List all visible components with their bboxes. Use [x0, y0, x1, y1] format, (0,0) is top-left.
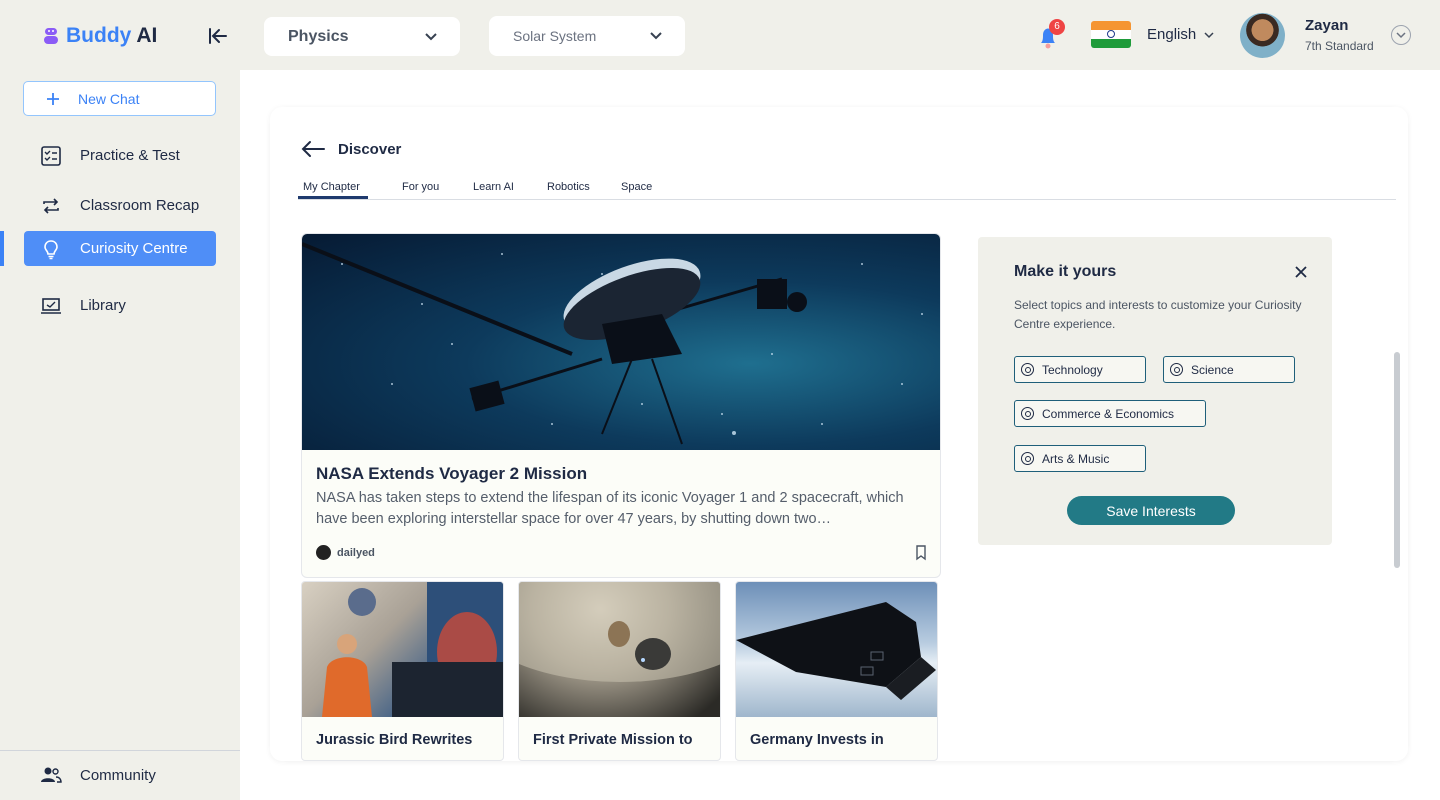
featured-article-card[interactable]: NASA Extends Voyager 2 Mission NASA has …	[301, 233, 941, 578]
chip-label: Arts & Music	[1042, 451, 1110, 466]
user-name: Zayan	[1305, 17, 1349, 34]
chip-label: Science	[1191, 362, 1234, 377]
sidebar-item-curiosity-centre[interactable]: Curiosity Centre	[24, 231, 216, 266]
article-card[interactable]: First Private Mission to	[518, 581, 721, 761]
user-grade: 7th Standard	[1305, 39, 1374, 53]
interest-chip-science[interactable]: Science	[1163, 356, 1295, 383]
tab-for-you[interactable]: For you	[402, 181, 439, 193]
sidebar-item-label: Practice & Test	[80, 147, 180, 164]
sidebar-item-practice-test[interactable]: Practice & Test	[24, 138, 216, 173]
subject-value: Physics	[288, 27, 349, 45]
interest-chip-commerce[interactable]: Commerce & Economics	[1014, 400, 1206, 427]
sidebar-item-label: Curiosity Centre	[80, 240, 188, 257]
compass-icon	[1021, 452, 1034, 465]
community-link[interactable]: Community	[40, 766, 156, 784]
article-title: Germany Invests in	[750, 732, 884, 748]
repeat-icon	[40, 195, 62, 217]
compass-icon	[1170, 363, 1183, 376]
close-icon[interactable]	[1294, 265, 1308, 279]
article-card[interactable]: Germany Invests in	[735, 581, 938, 761]
chevron-down-icon	[1204, 31, 1214, 38]
bookmark-icon[interactable]	[914, 545, 928, 561]
india-flag-icon	[1091, 21, 1131, 48]
avatar[interactable]	[1240, 13, 1285, 58]
tab-my-chapter[interactable]: My Chapter	[298, 181, 368, 199]
discover-panel: Discover My Chapter For you Learn AI Rob…	[270, 107, 1408, 761]
checklist-icon	[40, 145, 62, 167]
sidebar-item-label: Library	[80, 297, 126, 314]
save-interests-button[interactable]: Save Interests	[1067, 496, 1235, 525]
chip-label: Commerce & Economics	[1042, 406, 1175, 421]
top-bar: Buddy AI Physics Solar System 6 English …	[0, 0, 1440, 70]
back-arrow-icon[interactable]	[300, 140, 326, 158]
chip-label: Technology	[1042, 362, 1103, 377]
article-source: dailyed	[316, 545, 375, 560]
sidebar-item-library[interactable]: Library	[24, 288, 216, 323]
chapter-value: Solar System	[513, 28, 597, 44]
laptop-icon	[40, 295, 62, 317]
interest-chip-technology[interactable]: Technology	[1014, 356, 1146, 383]
sidebar-item-classroom-recap[interactable]: Classroom Recap	[24, 188, 216, 223]
article-title: NASA Extends Voyager 2 Mission	[316, 464, 588, 483]
dinosaur-exhibit-image	[302, 582, 503, 717]
discover-tabs: My Chapter For you Learn AI Robotics Spa…	[298, 181, 1396, 200]
tab-robotics[interactable]: Robotics	[547, 181, 590, 193]
voyager-spacecraft-image	[302, 234, 940, 450]
article-description: NASA has taken steps to extend the lifes…	[316, 490, 904, 527]
source-name: dailyed	[337, 546, 375, 559]
interests-panel: Make it yours Select topics and interest…	[978, 237, 1332, 545]
sidebar-divider	[0, 750, 240, 751]
new-chat-label: New Chat	[78, 90, 140, 107]
users-icon	[41, 767, 62, 783]
chevron-down-icon	[650, 32, 662, 40]
language-selector[interactable]: English	[1147, 26, 1214, 43]
plus-icon	[47, 92, 59, 105]
panel-description: Select topics and interests to customize…	[1014, 298, 1302, 331]
private-mission-image	[519, 582, 720, 717]
chevron-down-icon	[425, 32, 437, 40]
sidebar-item-label: Classroom Recap	[80, 197, 200, 214]
logo-text: Buddy AI	[66, 24, 157, 48]
article-card[interactable]: Jurassic Bird Rewrites	[301, 581, 504, 761]
compass-icon	[1021, 407, 1034, 420]
hypersonic-jet-image	[736, 582, 937, 717]
article-title: First Private Mission to	[533, 732, 693, 748]
logo-ai: AI	[136, 24, 158, 47]
active-indicator	[0, 231, 4, 266]
interest-chip-arts-music[interactable]: Arts & Music	[1014, 445, 1146, 472]
page-title: Discover	[338, 141, 402, 158]
lightbulb-icon	[40, 238, 62, 260]
compass-icon	[1021, 363, 1034, 376]
tab-space[interactable]: Space	[621, 181, 652, 193]
sidebar: New Chat Practice & Test Classroom Recap…	[0, 70, 240, 800]
user-menu-chevron-icon[interactable]	[1391, 25, 1411, 45]
new-chat-button[interactable]: New Chat	[23, 81, 216, 116]
notification-count-badge: 6	[1049, 19, 1065, 35]
source-logo-icon	[316, 545, 331, 560]
tab-learn-ai[interactable]: Learn AI	[473, 181, 514, 193]
robot-icon	[44, 27, 58, 45]
community-label: Community	[80, 766, 156, 784]
chapter-dropdown[interactable]: Solar System	[489, 16, 685, 56]
language-value: English	[1147, 26, 1197, 43]
panel-title: Make it yours	[1014, 263, 1117, 280]
article-title: Jurassic Bird Rewrites	[316, 732, 473, 748]
scrollbar[interactable]	[1394, 352, 1400, 568]
subject-dropdown[interactable]: Physics	[264, 17, 460, 56]
app-logo[interactable]: Buddy AI	[44, 24, 157, 48]
collapse-sidebar-icon[interactable]	[206, 24, 230, 48]
logo-buddy: Buddy	[66, 24, 132, 47]
